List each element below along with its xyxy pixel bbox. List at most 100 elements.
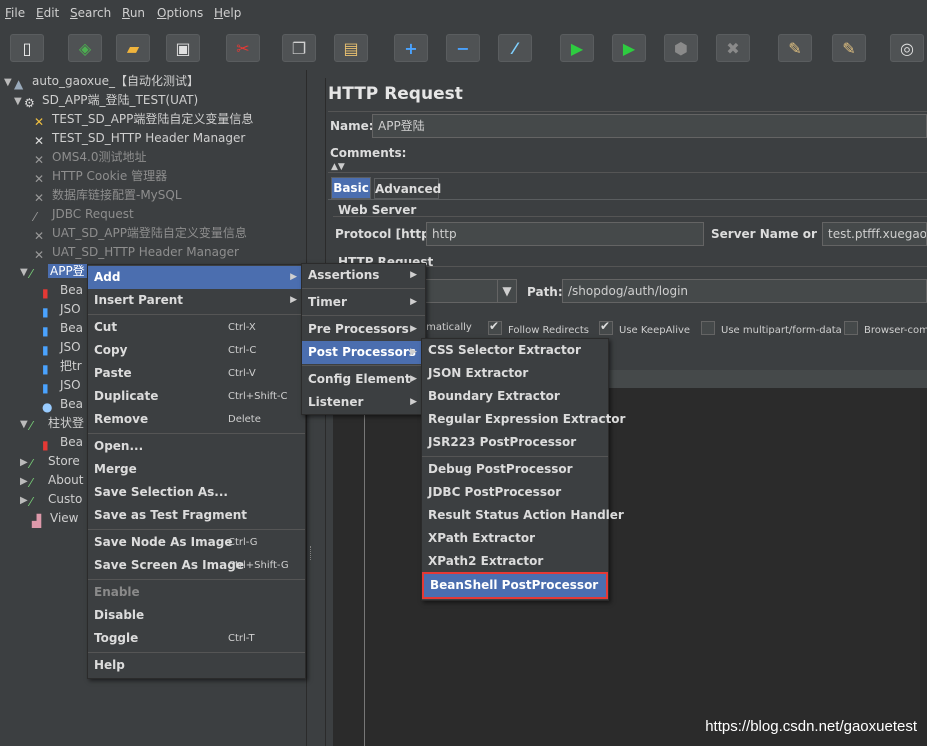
stop-button[interactable]: ⬢ xyxy=(664,34,698,62)
menu-search[interactable]: Search xyxy=(70,6,111,20)
tree-item[interactable]: ▼ ⁄ 柱状登 xyxy=(20,414,84,434)
menu-item-json-extractor[interactable]: JSON Extractor xyxy=(422,362,608,385)
tree-child[interactable]: ▮ JSO xyxy=(42,300,81,319)
menu-item-boundary-extractor[interactable]: Boundary Extractor xyxy=(422,385,608,408)
tab-advanced[interactable]: Advanced xyxy=(374,178,441,199)
cut-button[interactable]: ✂ xyxy=(226,34,260,62)
tree-child[interactable]: ▮ Bea xyxy=(42,433,83,452)
collapse-arrow-icon[interactable]: ▼ xyxy=(4,74,14,92)
menu-item-merge[interactable]: Merge xyxy=(88,458,305,481)
clear-all-button[interactable]: ✎ xyxy=(832,34,866,62)
menu-item-paste[interactable]: Paste Ctrl-V xyxy=(88,362,305,385)
expand-arrow-icon[interactable]: ▶ xyxy=(20,454,30,472)
tree-item[interactable]: ⁄ JDBC Request xyxy=(34,205,134,224)
menu-run[interactable]: Run xyxy=(122,6,145,20)
tree-item[interactable]: ✕ OMS4.0测试地址 xyxy=(34,148,147,167)
save-button[interactable]: ▣ xyxy=(166,34,200,62)
menu-item-add[interactable]: Add ▶ xyxy=(88,266,305,289)
menu-item-post-processors[interactable]: Post Processors ▶ xyxy=(302,341,425,364)
keepalive-checkbox[interactable]: Use KeepAlive xyxy=(599,319,690,336)
tree-child[interactable]: ● Bea xyxy=(42,395,83,414)
expand-button[interactable]: + xyxy=(394,34,428,62)
menu-item-save-selection[interactable]: Save Selection As... xyxy=(88,481,305,504)
start-button[interactable]: ▶ xyxy=(560,34,594,62)
menu-item-listener[interactable]: Listener ▶ xyxy=(302,391,425,414)
menu-item-insert-parent[interactable]: Insert Parent ▶ xyxy=(88,289,305,312)
menu-item-xpath2-extractor[interactable]: XPath2 Extractor xyxy=(422,550,608,573)
menu-item-duplicate[interactable]: Duplicate Ctrl+Shift-C xyxy=(88,385,305,408)
menu-item-regex-extractor[interactable]: Regular Expression Extractor xyxy=(422,408,625,431)
tree-item[interactable]: ▟ View xyxy=(32,509,78,528)
tree-child[interactable]: ▮ JSO xyxy=(42,376,81,395)
menu-item-jdbc-postprocessor[interactable]: JDBC PostProcessor xyxy=(422,481,608,504)
tree-item[interactable]: ✕ HTTP Cookie 管理器 xyxy=(34,167,167,186)
menu-item-save-screen-image[interactable]: Save Screen As Image Ctrl+Shift-G xyxy=(88,554,305,577)
server-field[interactable]: test.ptfff.xuegao.co xyxy=(822,222,927,246)
collapse-toggle-icon[interactable]: ▲▼ xyxy=(331,162,345,172)
menu-options[interactable]: Options xyxy=(157,6,203,20)
menu-help[interactable]: Help xyxy=(214,6,241,20)
new-button[interactable]: ▯ xyxy=(10,34,44,62)
menu-item-result-status-handler[interactable]: Result Status Action Handler xyxy=(422,504,624,527)
method-select[interactable]: ▼ xyxy=(420,279,517,303)
menu-item-xpath-extractor[interactable]: XPath Extractor xyxy=(422,527,608,550)
start-no-pauses-button[interactable]: ▶ xyxy=(612,34,646,62)
tree-item[interactable]: ✕ UAT_SD_APP端登陆自定义变量信息 xyxy=(34,224,247,243)
multipart-checkbox[interactable]: Use multipart/form-data xyxy=(701,321,842,336)
templates-button[interactable]: ◈ xyxy=(68,34,102,62)
menu-edit[interactable]: Edit xyxy=(36,6,59,20)
menu-item-open[interactable]: Open... xyxy=(88,435,305,458)
browser-compat-checkbox[interactable]: Browser-comp xyxy=(844,321,927,336)
menu-item-save-fragment[interactable]: Save as Test Fragment xyxy=(88,504,305,527)
clear-button[interactable]: ✎ xyxy=(778,34,812,62)
menu-item-remove[interactable]: Remove Delete xyxy=(88,408,305,431)
menu-item-beanshell-postprocessor[interactable]: BeanShell PostProcessor xyxy=(422,572,608,599)
copy-button[interactable]: ❐ xyxy=(282,34,316,62)
tree-child[interactable]: ▮ 把tr xyxy=(42,357,82,376)
tree-item[interactable]: ✕ UAT_SD_HTTP Header Manager xyxy=(34,243,239,262)
tree-item-selected[interactable]: ▼ ⁄ APP登 xyxy=(20,262,87,282)
tree-child[interactable]: ▮ Bea xyxy=(42,281,83,300)
collapse-arrow-icon[interactable]: ▼ xyxy=(14,93,24,111)
menu-item-save-node-image[interactable]: Save Node As Image Ctrl-G xyxy=(88,531,305,554)
menu-item-toggle[interactable]: Toggle Ctrl-T xyxy=(88,627,305,650)
tree-item[interactable]: ✕ 数据库链接配置-MySQL xyxy=(34,186,182,205)
tree-child[interactable]: ▮ JSO xyxy=(42,338,81,357)
collapse-button[interactable]: − xyxy=(446,34,480,62)
tree-child[interactable]: ▮ Bea xyxy=(42,319,83,338)
tab-basic[interactable]: Basic xyxy=(331,177,371,199)
collapse-arrow-icon[interactable]: ▼ xyxy=(20,416,30,434)
toggle-button[interactable]: ⁄ xyxy=(498,34,532,62)
protocol-field[interactable]: http xyxy=(426,222,704,246)
path-field[interactable]: /shopdog/auth/login xyxy=(562,279,927,303)
menu-item-disable[interactable]: Disable xyxy=(88,604,305,627)
tree-item[interactable]: ▶ ⁄ Store xyxy=(20,452,80,472)
menu-item-timer[interactable]: Timer ▶ xyxy=(302,291,425,314)
menu-item-assertions[interactable]: Assertions ▶ xyxy=(302,264,425,287)
paste-button[interactable]: ▤ xyxy=(334,34,368,62)
tree-item[interactable]: ▶ ⁄ About xyxy=(20,471,83,491)
thread-group[interactable]: ▼ ⚙ SD_APP端_登陆_TEST(UAT) xyxy=(14,91,198,111)
menu-item-css-extractor[interactable]: CSS Selector Extractor xyxy=(422,339,608,362)
menu-item-cut[interactable]: Cut Ctrl-X xyxy=(88,316,305,339)
menu-item-debug-postprocessor[interactable]: Debug PostProcessor xyxy=(422,458,608,481)
menu-item-enable[interactable]: Enable xyxy=(88,581,305,604)
open-button[interactable]: ▰ xyxy=(116,34,150,62)
shutdown-button[interactable]: ✖ xyxy=(716,34,750,62)
tree-item[interactable]: ▶ ⁄ Custo xyxy=(20,490,82,510)
expand-arrow-icon[interactable]: ▶ xyxy=(20,492,30,510)
name-field[interactable]: APP登陆 xyxy=(372,114,927,138)
follow-redirects-checkbox[interactable]: Follow Redirects xyxy=(488,319,589,336)
menu-item-copy[interactable]: Copy Ctrl-C xyxy=(88,339,305,362)
tree-item[interactable]: ✕ TEST_SD_APP端登陆自定义变量信息 xyxy=(34,110,253,129)
menu-item-pre-processors[interactable]: Pre Processors ▶ xyxy=(302,318,425,341)
expand-arrow-icon[interactable]: ▶ xyxy=(20,473,30,491)
menu-item-jsr223-postprocessor[interactable]: JSR223 PostProcessor xyxy=(422,431,608,454)
search-button[interactable]: ◎ xyxy=(890,34,924,62)
collapse-arrow-icon[interactable]: ▼ xyxy=(20,264,30,282)
tree-root[interactable]: ▼ ▲ auto_gaoxue_【自动化测试】 xyxy=(4,72,199,92)
menu-item-help[interactable]: Help xyxy=(88,654,305,677)
menu-file[interactable]: File xyxy=(5,6,25,20)
menu-item-config-element[interactable]: Config Element ▶ xyxy=(302,368,425,391)
tree-item[interactable]: ✕ TEST_SD_HTTP Header Manager xyxy=(34,129,245,148)
